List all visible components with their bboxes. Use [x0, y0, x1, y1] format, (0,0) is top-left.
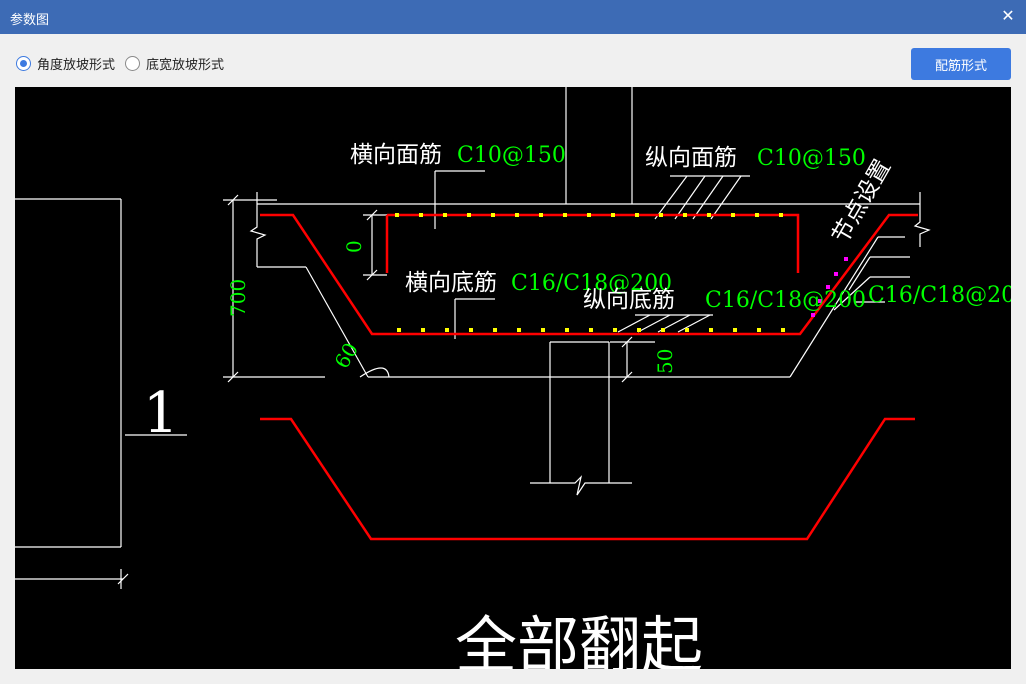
drawing-labels: 横向面筋 C10@150 纵向面筋 C10@150 横向底筋 C16/C18@2…: [143, 142, 1011, 669]
radio-angle-slope[interactable]: 角度放坡形式: [16, 54, 115, 73]
toolbar: 角度放坡形式 底宽放坡形式 配筋形式: [0, 34, 1026, 86]
close-icon[interactable]: ✕: [1000, 6, 1016, 26]
parameter-drawing: 横向面筋 C10@150 纵向面筋 C10@150 横向底筋 C16/C18@2…: [15, 87, 1011, 669]
dim-angle-60: 60: [330, 338, 364, 372]
radio-bottom-width-slope[interactable]: 底宽放坡形式: [125, 54, 224, 73]
label-transverse-top: 横向面筋: [350, 142, 442, 168]
value-side: C16/C18@200: [868, 283, 1011, 308]
value-longitudinal-top: C10@150: [757, 146, 866, 171]
dim-zero: 0: [342, 240, 366, 253]
radio-angle-slope-label: 角度放坡形式: [37, 58, 116, 73]
bottom-strip: [0, 669, 1026, 684]
label-transverse-bottom: 横向底筋: [405, 270, 497, 296]
dim-700: 700: [226, 279, 250, 317]
window-title: 参数图: [10, 13, 50, 28]
parameter-drawing-canvas: 横向面筋 C10@150 纵向面筋 C10@150 横向底筋 C16/C18@2…: [15, 87, 1011, 669]
radio-bottom-width-slope-label: 底宽放坡形式: [146, 58, 225, 73]
value-transverse-top: C10@150: [457, 143, 566, 168]
title-bar: 参数图 ✕: [0, 0, 1026, 34]
radio-unchecked-icon[interactable]: [125, 56, 141, 71]
label-longitudinal-bottom: 纵向底筋: [583, 287, 675, 313]
slope-form-radio-group: 角度放坡形式 底宽放坡形式: [16, 54, 234, 73]
radio-checked-icon[interactable]: [16, 56, 31, 71]
caption-all-bent-up: 全部翻起: [455, 609, 703, 669]
section-number: 1: [143, 381, 179, 446]
rebar-form-button[interactable]: 配筋形式: [911, 48, 1011, 80]
dim-50: 50: [653, 349, 677, 374]
value-longitudinal-bottom: C16/C18@200: [705, 288, 866, 313]
label-longitudinal-top: 纵向面筋: [645, 145, 737, 171]
